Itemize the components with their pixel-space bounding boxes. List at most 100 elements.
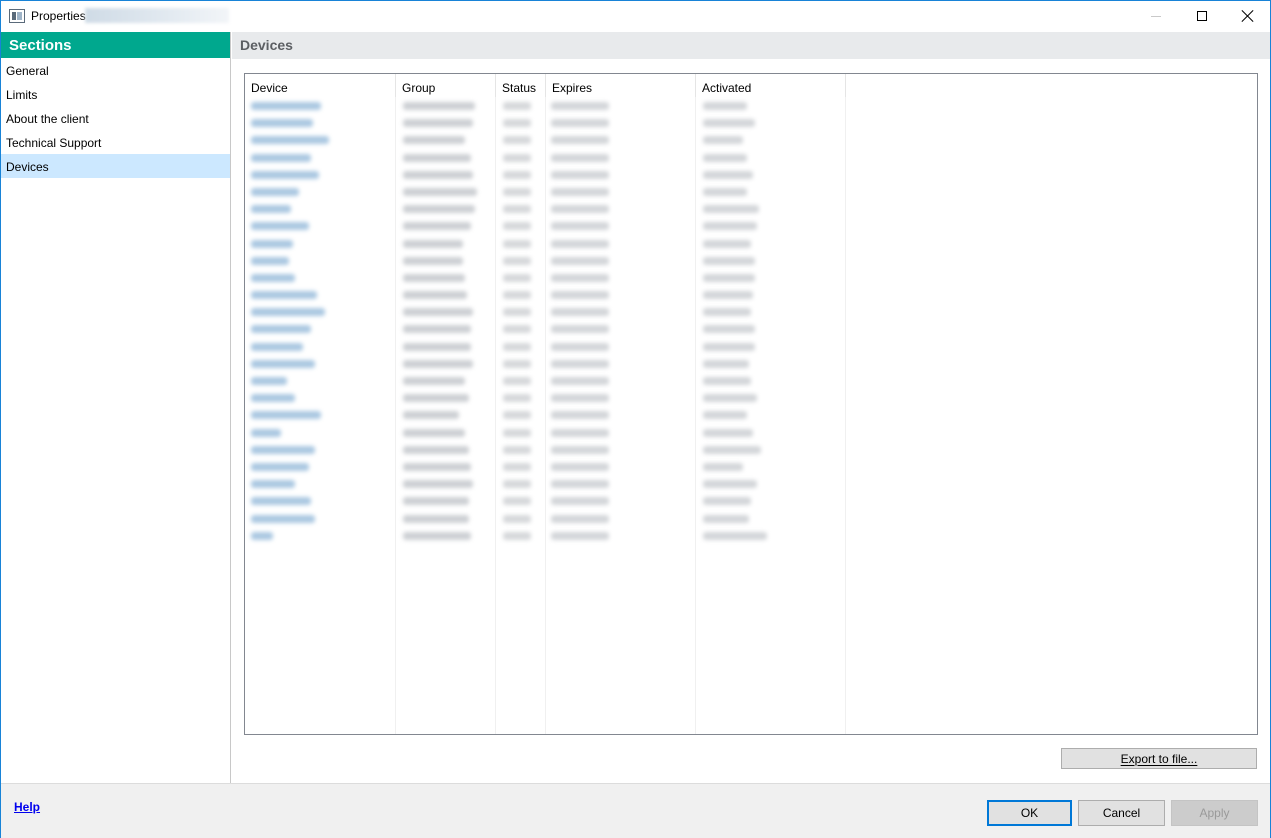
table-row[interactable] [245,441,1257,458]
redacted-group-cell [403,411,459,420]
redacted-activated-cell [703,205,759,214]
table-row[interactable] [245,269,1257,286]
redacted-device-cell [251,239,293,248]
table-row[interactable] [245,114,1257,131]
column-header-activated[interactable]: Activated [696,74,846,97]
sidebar-item-technical-support[interactable]: Technical Support [1,130,230,154]
redacted-group-cell [403,256,463,265]
redacted-activated-cell [703,119,755,128]
redacted-group-cell [403,273,465,282]
table-row[interactable] [245,338,1257,355]
redacted-expires-cell [551,239,609,248]
redacted-activated-cell [703,394,757,403]
redacted-device-cell [251,377,287,385]
title-bar[interactable]: Properties [1,1,1270,32]
close-button[interactable] [1225,1,1271,31]
redacted-activated-cell [703,377,751,385]
redacted-expires-cell [551,273,609,282]
table-row[interactable] [245,183,1257,200]
redacted-activated-cell [703,359,749,368]
apply-button[interactable]: Apply [1171,800,1258,826]
table-row[interactable] [245,527,1257,544]
table-row[interactable] [245,475,1257,492]
redacted-expires-cell [551,342,609,351]
redacted-device-cell [251,222,309,231]
dialog-footer: Help OK Cancel Apply [1,783,1270,838]
redacted-status-cell [503,359,531,368]
redacted-expires-cell [551,308,609,317]
redacted-device-cell [251,136,329,145]
table-row[interactable] [245,303,1257,320]
table-row[interactable] [245,217,1257,234]
redacted-status-cell [503,273,531,282]
devices-table[interactable]: Device Group Status Expires Activated [244,73,1258,735]
column-header-expires[interactable]: Expires [546,74,696,97]
table-row[interactable] [245,492,1257,509]
redacted-device-cell [251,325,311,334]
redacted-activated-cell [703,342,755,351]
redacted-status-cell [503,377,531,385]
redacted-activated-cell [703,497,751,506]
redacted-group-cell [403,308,473,317]
table-row[interactable] [245,235,1257,252]
help-link[interactable]: Help [14,800,40,814]
redacted-expires-cell [551,222,609,231]
redacted-status-cell [503,102,531,110]
redacted-device-cell [251,462,309,471]
table-row[interactable] [245,389,1257,406]
table-row[interactable] [245,424,1257,441]
table-row[interactable] [245,355,1257,372]
sidebar-item-devices[interactable]: Devices [1,154,230,178]
redacted-status-cell [503,514,531,523]
redacted-device-cell [251,428,281,437]
minimize-icon [1151,15,1161,17]
redacted-device-cell [251,411,321,420]
table-row[interactable] [245,286,1257,303]
maximize-button[interactable] [1179,1,1225,31]
redacted-expires-cell [551,428,609,437]
sidebar-item-general[interactable]: General [1,58,230,82]
export-to-file-button[interactable]: Export to file... [1061,748,1257,769]
redacted-expires-cell [551,291,609,300]
redacted-device-cell [251,102,321,110]
redacted-activated-cell [703,428,753,437]
table-row[interactable] [245,131,1257,148]
column-header-device[interactable]: Device [245,74,396,97]
table-row[interactable] [245,166,1257,183]
sidebar-item-limits[interactable]: Limits [1,82,230,106]
content-header: Devices [232,32,1270,59]
redacted-group-cell [403,445,469,454]
redacted-activated-cell [703,273,755,282]
redacted-expires-cell [551,394,609,403]
table-row[interactable] [245,458,1257,475]
redacted-activated-cell [703,445,761,454]
redacted-device-cell [251,153,311,162]
table-row[interactable] [245,320,1257,337]
column-header-group[interactable]: Group [396,74,496,97]
table-row[interactable] [245,200,1257,217]
redacted-device-cell [251,119,313,128]
redacted-activated-cell [703,411,747,420]
table-row[interactable] [245,97,1257,114]
redacted-group-cell [403,359,473,368]
close-icon [1242,10,1254,22]
redacted-status-cell [503,462,531,471]
redacted-device-cell [251,273,295,282]
redacted-status-cell [503,428,531,437]
ok-button[interactable]: OK [987,800,1072,826]
table-row[interactable] [245,149,1257,166]
table-row[interactable] [245,372,1257,389]
cancel-button[interactable]: Cancel [1078,800,1165,826]
table-row[interactable] [245,510,1257,527]
column-header-status[interactable]: Status [496,74,546,97]
minimize-button[interactable] [1133,1,1179,31]
table-row[interactable] [245,252,1257,269]
redacted-status-cell [503,205,531,214]
redacted-group-cell [403,205,475,214]
redacted-status-cell [503,497,531,506]
redacted-device-cell [251,497,311,506]
sidebar-item-about-the-client[interactable]: About the client [1,106,230,130]
redacted-expires-cell [551,153,609,162]
table-row[interactable] [245,406,1257,423]
redacted-group-cell [403,119,473,128]
